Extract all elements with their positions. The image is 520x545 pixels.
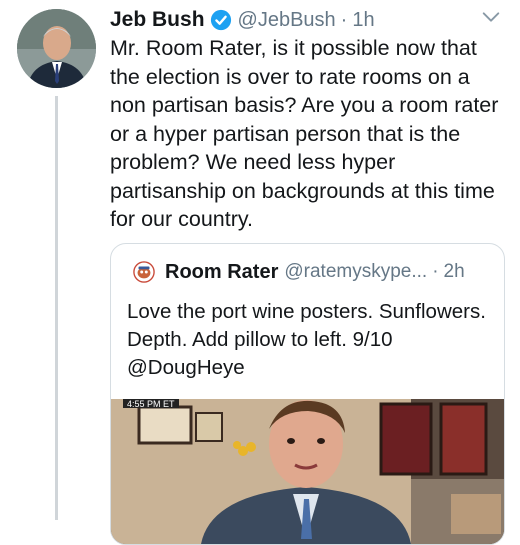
thread-line — [55, 96, 58, 520]
tweet-header: Jeb Bush @JebBush · 1h — [110, 6, 375, 34]
media-timestamp: 4:55 PM ET — [123, 399, 179, 409]
quoted-tweet-header: Room Rater @ratemyskype... · 2h — [133, 258, 465, 286]
quoted-timestamp[interactable]: 2h — [444, 261, 465, 283]
chevron-down-icon[interactable] — [480, 6, 502, 28]
quoted-media-image[interactable]: 4:55 PM ET — [111, 399, 504, 544]
tweet-timestamp[interactable]: 1h — [352, 9, 374, 32]
verified-badge-icon — [210, 9, 231, 31]
tweet-text: Mr. Room Rater, is it possible now that … — [110, 36, 499, 231]
author-name[interactable]: Jeb Bush — [110, 8, 205, 32]
author-handle[interactable]: @JebBush — [238, 9, 336, 32]
quoted-separator-dot: · — [432, 261, 439, 282]
video-still — [111, 399, 504, 544]
separator-dot: · — [340, 8, 348, 31]
quoted-tweet-card[interactable]: Room Rater @ratemyskype... · 2h Love the… — [110, 243, 505, 545]
quoted-author-handle[interactable]: @ratemyskype... — [284, 261, 427, 283]
quoted-tweet-text: Love the port wine posters. Sunflowers. … — [127, 300, 486, 379]
avatar-photo — [17, 9, 96, 88]
quoted-author-name[interactable]: Room Rater — [165, 261, 278, 284]
author-avatar[interactable] — [17, 9, 96, 88]
quoted-author-avatar[interactable] — [133, 261, 155, 283]
